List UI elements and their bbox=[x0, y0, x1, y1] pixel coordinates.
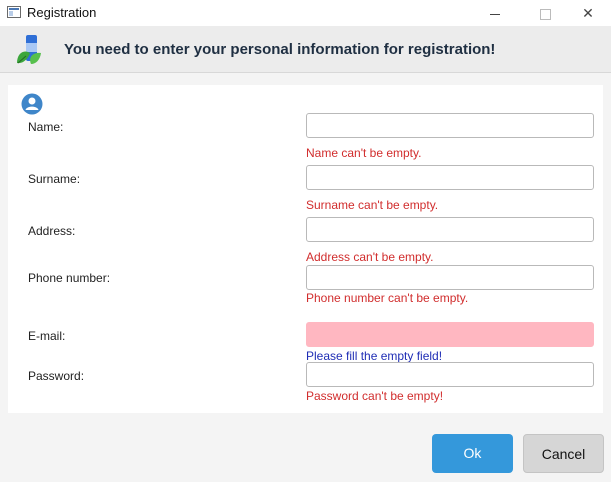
name-input[interactable] bbox=[306, 113, 594, 138]
header-banner: You need to enter your personal informat… bbox=[0, 26, 611, 73]
maximize-button[interactable] bbox=[522, 0, 568, 26]
cancel-button[interactable]: Cancel bbox=[523, 434, 604, 473]
surname-error: Surname can't be empty. bbox=[306, 198, 439, 212]
phone-error: Phone number can't be empty. bbox=[306, 291, 469, 305]
email-label: E-mail: bbox=[28, 329, 66, 343]
email-input[interactable] bbox=[306, 322, 594, 347]
title-bar: Registration ✕ bbox=[0, 0, 611, 26]
header-message: You need to enter your personal informat… bbox=[64, 41, 496, 58]
surname-label: Surname: bbox=[28, 172, 81, 186]
minimize-button[interactable] bbox=[472, 0, 518, 26]
name-label: Name: bbox=[28, 120, 64, 134]
registration-logo-icon bbox=[17, 35, 41, 64]
window-icon bbox=[7, 6, 21, 18]
address-label: Address: bbox=[28, 224, 76, 238]
phone-input[interactable] bbox=[306, 265, 594, 290]
password-input[interactable] bbox=[306, 362, 594, 387]
ok-button[interactable]: Ok bbox=[432, 434, 513, 473]
window-title: Registration bbox=[27, 5, 97, 20]
address-input[interactable] bbox=[306, 217, 594, 242]
phone-label: Phone number: bbox=[28, 271, 111, 285]
user-icon bbox=[21, 93, 43, 115]
password-error: Password can't be empty! bbox=[306, 389, 444, 403]
surname-input[interactable] bbox=[306, 165, 594, 190]
address-error: Address can't be empty. bbox=[306, 250, 434, 264]
email-warning: Please fill the empty field! bbox=[306, 349, 443, 363]
name-error: Name can't be empty. bbox=[306, 146, 422, 160]
password-label: Password: bbox=[28, 369, 85, 383]
close-button[interactable]: ✕ bbox=[565, 0, 611, 26]
